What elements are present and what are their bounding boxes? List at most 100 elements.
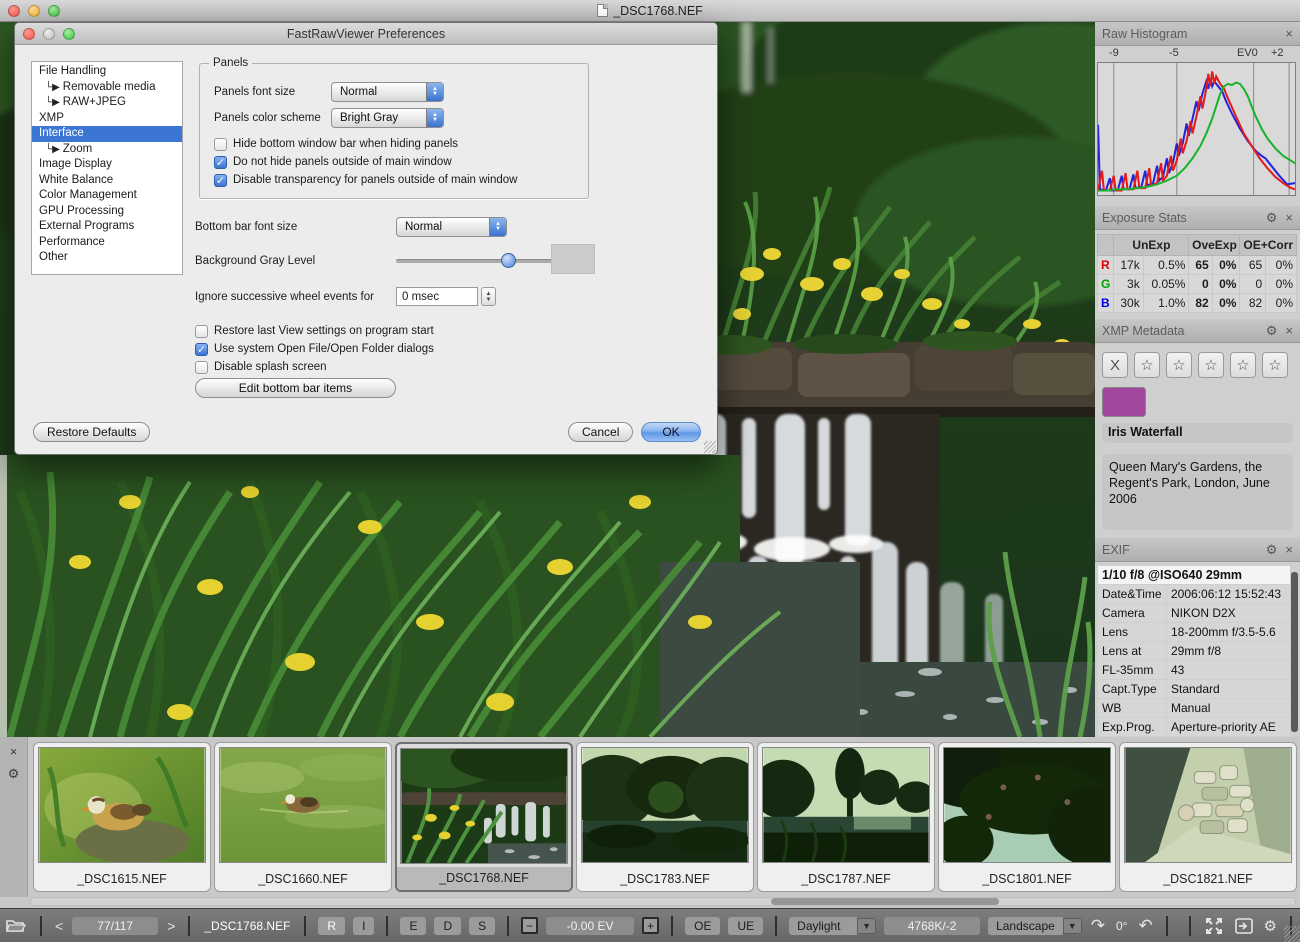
thumb-scene-duck-on-water	[219, 747, 387, 863]
branch-icon: └▶	[45, 143, 60, 155]
thumbnail-dsc1768-selected[interactable]: _DSC1768.NEF	[395, 742, 573, 892]
wheel-events-input[interactable]: 0 msec	[396, 287, 478, 306]
exposure-row-B: B 30k 1.0% 82 0% 82 0%	[1096, 293, 1297, 313]
nav-item-color-management[interactable]: Color Management	[32, 188, 182, 204]
panels-font-size-popup[interactable]: Normal ▲ ▼	[331, 82, 444, 102]
panels-font-size-label: Panels font size	[214, 86, 296, 98]
cancel-button[interactable]: Cancel	[568, 422, 634, 442]
next-file-button[interactable]: >	[167, 918, 175, 934]
checkbox-row[interactable]: ✓ Disable transparency for panels outside…	[214, 172, 517, 188]
checkbox-unchecked-icon[interactable]: ✓	[214, 137, 227, 151]
fullscreen-icon[interactable]	[1205, 917, 1223, 935]
nav-item-raw-jpeg[interactable]: └▶ RAW+JPEG	[32, 95, 182, 111]
thumbnail-dsc1660[interactable]: _DSC1660.NEF	[214, 742, 392, 892]
checkbox-label: Disable splash screen	[214, 361, 327, 373]
checkbox-checked-icon[interactable]: ✓	[214, 173, 227, 187]
clear-rating-button[interactable]: X	[1102, 352, 1128, 378]
prev-file-button[interactable]: <	[55, 918, 63, 934]
star-5-button[interactable]: ☆	[1262, 352, 1288, 378]
rotate-ccw-button[interactable]: ↶	[1138, 916, 1152, 936]
ev-plus-button[interactable]: +	[642, 917, 660, 934]
close-icon[interactable]: ×	[1285, 210, 1293, 225]
gear-icon[interactable]: ⚙	[1266, 323, 1278, 339]
filmstrip-scrollbar-thumb[interactable]	[771, 898, 999, 905]
nav-item-white-balance[interactable]: White Balance	[32, 173, 182, 189]
dialog-titlebar: FastRawViewer Preferences	[15, 23, 717, 45]
thumbnail-dsc1821[interactable]: _DSC1821.NEF	[1119, 742, 1297, 892]
restore-defaults-button[interactable]: Restore Defaults	[33, 422, 151, 442]
filmstrip-scrollbar[interactable]	[30, 897, 1296, 906]
ev-minus-button[interactable]: −	[521, 917, 539, 934]
nav-item-interface[interactable]: Interface	[32, 126, 182, 142]
exif-row: Exp.Prog. Aperture-priority AE	[1098, 718, 1290, 736]
checkbox-row[interactable]: ✓ Restore last View settings on program s…	[195, 323, 434, 339]
nav-item-performance[interactable]: Performance	[32, 235, 182, 251]
overexposure-toggle[interactable]: OE	[685, 916, 721, 935]
panels-groupbox-title: Panels	[209, 57, 253, 69]
checkbox-checked-icon[interactable]: ✓	[195, 342, 208, 356]
exif-row: FL-35mm 43	[1098, 661, 1290, 679]
dialog-resize-grip[interactable]	[704, 441, 716, 453]
raw-mode-toggle[interactable]: R	[318, 916, 346, 935]
internal-jpeg-toggle[interactable]: I	[353, 916, 375, 935]
exposure-toggle[interactable]: E	[400, 916, 427, 935]
nav-item-zoom[interactable]: └▶ Zoom	[32, 142, 182, 158]
settings-gear-icon[interactable]: ⚙	[1264, 917, 1277, 935]
underexposure-toggle[interactable]: UE	[728, 916, 764, 935]
gear-icon[interactable]: ⚙	[1266, 542, 1278, 558]
nav-item-removable-media[interactable]: └▶ Removable media	[32, 80, 182, 96]
col-oecorr: OE+Corr	[1239, 234, 1297, 256]
details-toggle[interactable]: D	[434, 916, 462, 935]
xmp-color-label-row: X	[1102, 387, 1293, 417]
green-channel-curve	[1098, 81, 1296, 192]
nav-item-xmp[interactable]: XMP	[32, 111, 182, 127]
ok-button[interactable]: OK	[641, 422, 701, 442]
thumbnail-dsc1787[interactable]: _DSC1787.NEF	[757, 742, 935, 892]
star-4-button[interactable]: ☆	[1230, 352, 1256, 378]
filmstrip-close-icon[interactable]: ×	[0, 744, 27, 759]
checkbox-row[interactable]: ✓ Use system Open File/Open Folder dialog…	[195, 341, 434, 357]
nav-item-file-handling[interactable]: File Handling	[32, 64, 182, 80]
star-2-button[interactable]: ☆	[1166, 352, 1192, 378]
background-gray-slider[interactable]	[396, 253, 566, 268]
gear-icon[interactable]: ⚙	[1266, 210, 1278, 226]
stepper-icon[interactable]: ▲ ▼	[481, 287, 496, 306]
checkbox-unchecked-icon[interactable]: ✓	[195, 360, 208, 374]
thumbnail-dsc1615[interactable]: _DSC1615.NEF	[33, 742, 211, 892]
checkbox-row[interactable]: ✓ Do not hide panels outside of main wind…	[214, 154, 452, 170]
edit-bottom-bar-button[interactable]: Edit bottom bar items	[195, 378, 396, 398]
close-icon[interactable]: ×	[1285, 542, 1293, 557]
xmp-title-field[interactable]: Iris Waterfall	[1102, 423, 1293, 443]
window-resize-grip[interactable]	[1284, 926, 1300, 942]
exposure-row-R: R 17k 0.5% 65 0% 65 0%	[1096, 255, 1297, 275]
checkbox-unchecked-icon[interactable]: ✓	[195, 324, 208, 338]
xmp-description-field[interactable]: Queen Mary's Gardens, the Regent's Park,…	[1102, 454, 1293, 530]
star-1-button[interactable]: ☆	[1134, 352, 1160, 378]
close-icon[interactable]: ×	[1285, 26, 1293, 41]
checkbox-checked-icon[interactable]: ✓	[214, 155, 227, 169]
histogram-ticks: -9 -5 EV0 +2	[1095, 46, 1300, 62]
open-folder-icon[interactable]	[6, 918, 26, 933]
thumbnail-dsc1801[interactable]: _DSC1801.NEF	[938, 742, 1116, 892]
exif-scrollbar[interactable]	[1291, 572, 1298, 732]
checkbox-row[interactable]: ✓ Hide bottom window bar when hiding pane…	[214, 136, 458, 152]
shadows-toggle[interactable]: S	[469, 916, 496, 935]
checkbox-row[interactable]: ✓ Disable splash screen	[195, 359, 327, 375]
close-icon[interactable]: ×	[1285, 323, 1293, 338]
color-label-5-button[interactable]	[1102, 387, 1146, 417]
app-titlebar: _DSC1768.NEF	[0, 0, 1300, 22]
star-3-button[interactable]: ☆	[1198, 352, 1224, 378]
toggle-panels-icon[interactable]	[1234, 917, 1253, 934]
thumbnail-dsc1783[interactable]: _DSC1783.NEF	[576, 742, 754, 892]
orientation-dropdown[interactable]: Landscape ▼	[988, 916, 1082, 935]
panels-color-scheme-popup[interactable]: Bright Gray ▲ ▼	[331, 108, 444, 128]
nav-item-image-display[interactable]: Image Display	[32, 157, 182, 173]
bottom-bar-font-popup[interactable]: Normal ▲ ▼	[396, 217, 507, 237]
filmstrip-gear-icon[interactable]: ⚙	[0, 766, 27, 782]
nav-item-gpu-processing[interactable]: GPU Processing	[32, 204, 182, 220]
rotate-cw-button[interactable]: ↷	[1091, 916, 1105, 936]
nav-item-external-programs[interactable]: External Programs	[32, 219, 182, 235]
slider-thumb[interactable]	[501, 253, 516, 268]
white-balance-dropdown[interactable]: Daylight ▼	[789, 916, 877, 935]
nav-item-other[interactable]: Other	[32, 250, 182, 266]
